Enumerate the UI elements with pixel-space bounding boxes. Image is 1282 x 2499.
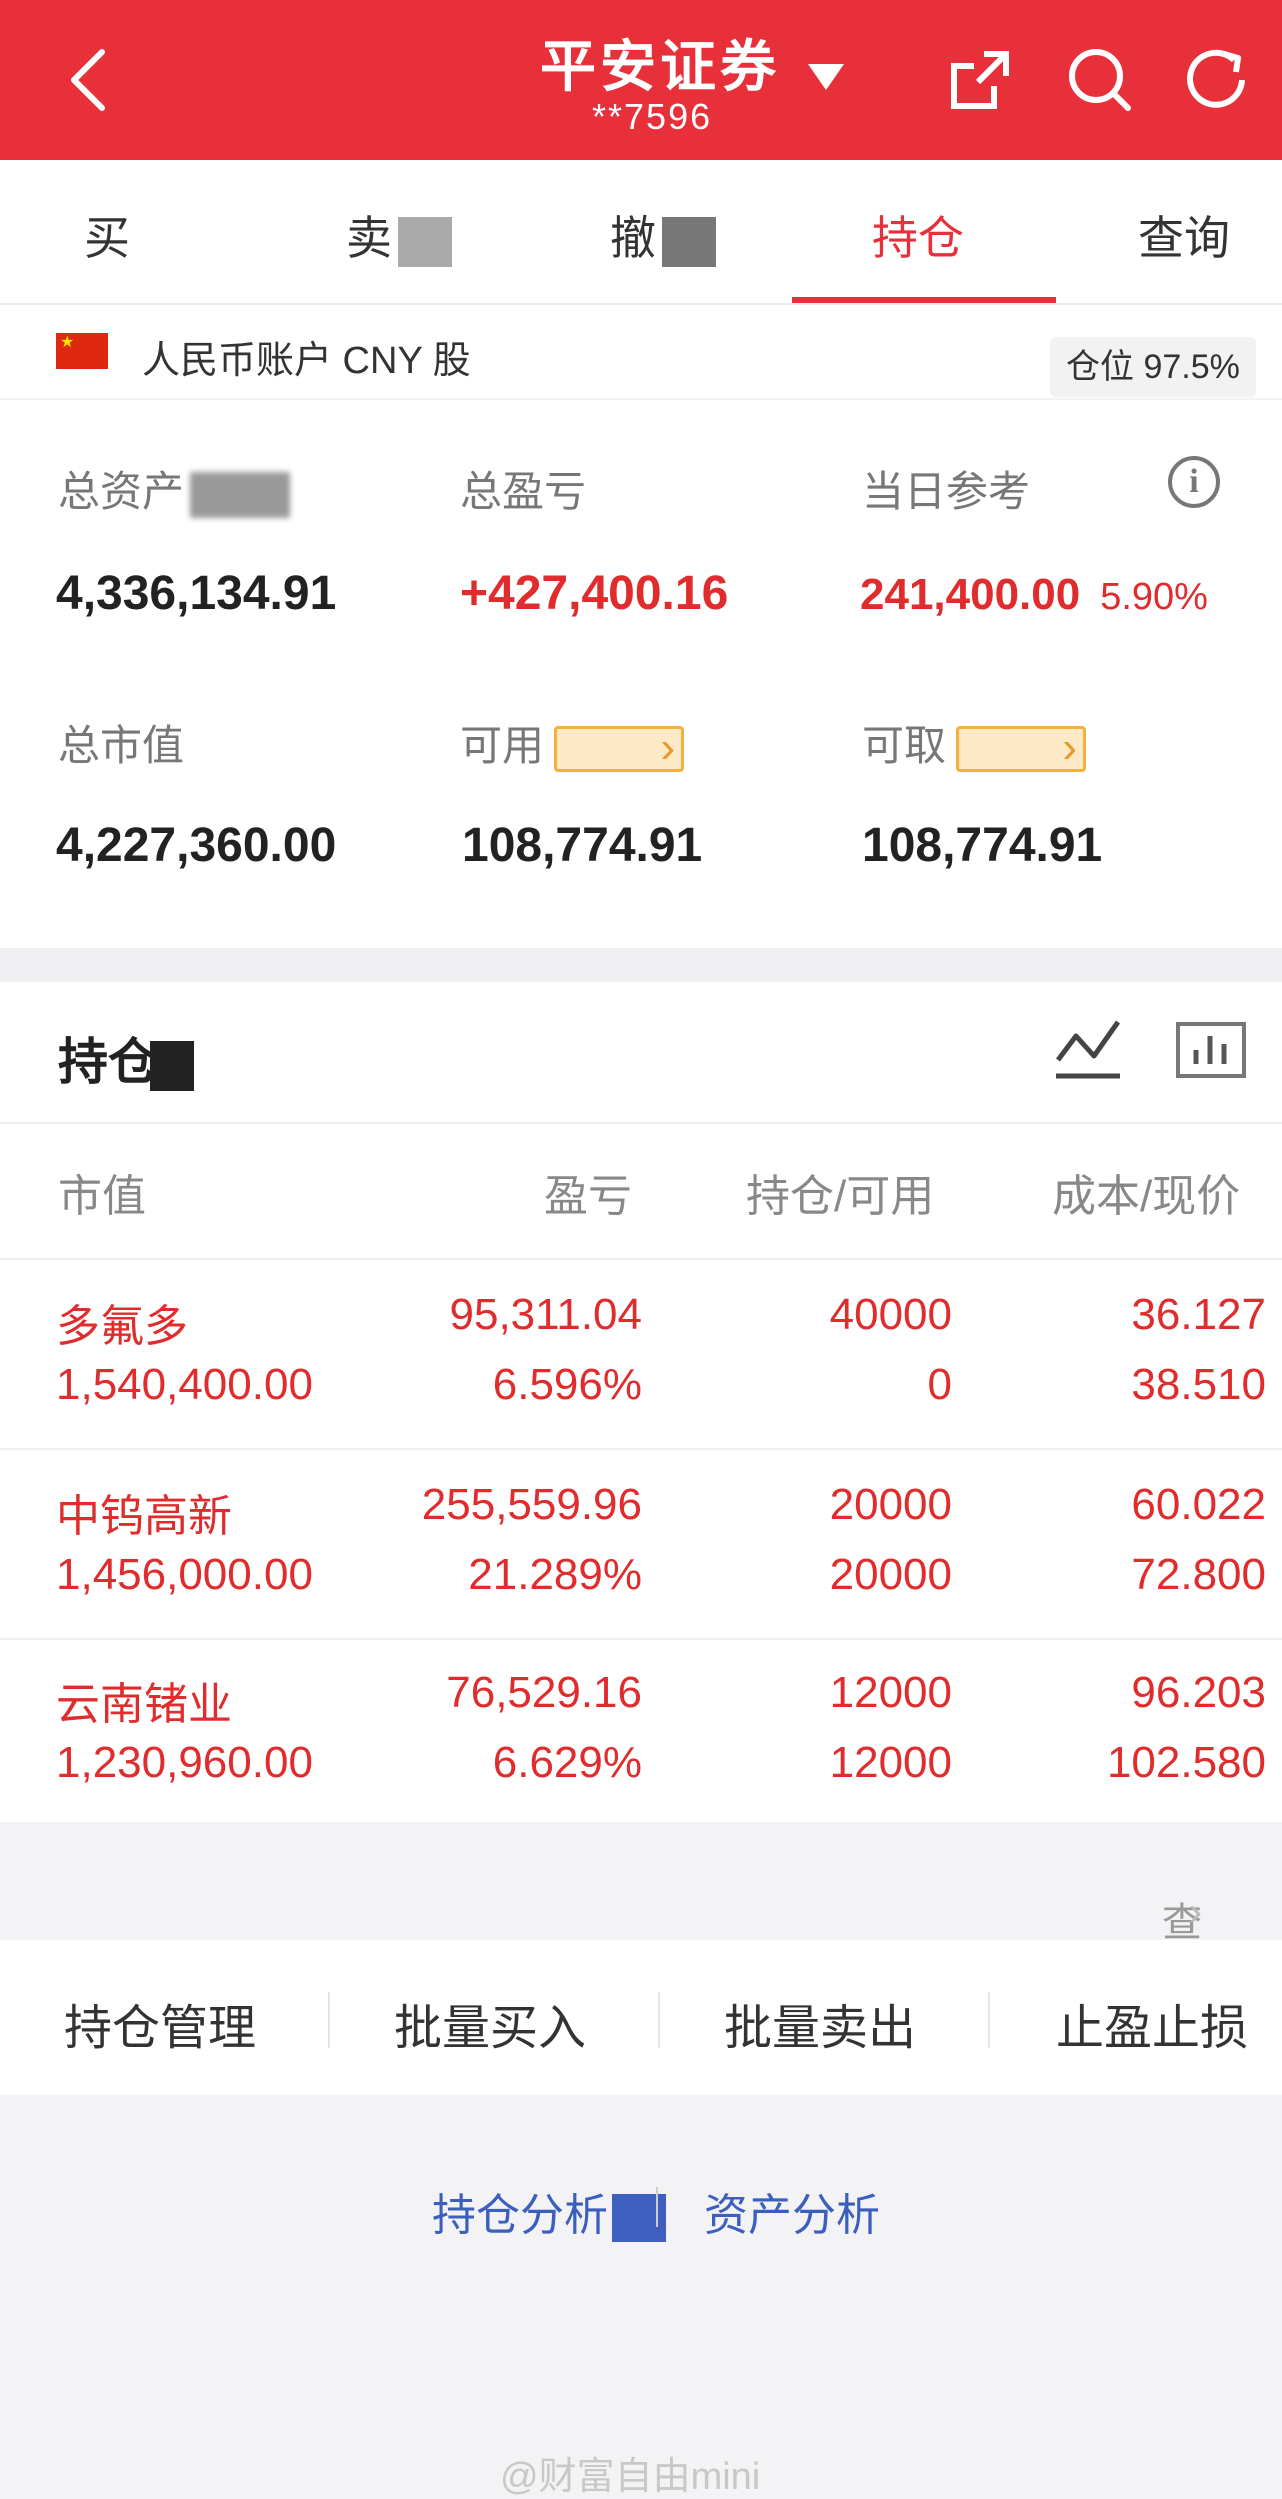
- tab-query[interactable]: 查询: [1138, 202, 1230, 268]
- cleared-stocks-bar: 查看已清仓股票›: [0, 1822, 1282, 2293]
- column-header-pnl: 盈亏: [544, 1172, 632, 1221]
- account-number: **7596: [592, 96, 713, 137]
- column-header-quantity: 持仓/可用: [746, 1172, 935, 1221]
- available-funds-value: 108,774.91: [462, 819, 703, 872]
- stock-quantity: 12000: [829, 1668, 952, 1717]
- batch-buy-button[interactable]: 批量买入: [394, 1988, 586, 2058]
- market-value-label: 总市值: [58, 722, 185, 769]
- stock-pnl-percent: 6.596%: [492, 1360, 642, 1409]
- stock-quantity: 20000: [829, 1480, 952, 1529]
- trend-chart-icon[interactable]: [1052, 1016, 1124, 1082]
- tab-sell[interactable]: 卖: [346, 202, 452, 268]
- footer: 持仓分析 资产分析 @财富自由mini: [0, 2095, 1282, 2499]
- stock-name: 云南锗业: [56, 1680, 232, 1729]
- tab-buy[interactable]: 买: [84, 202, 130, 268]
- info-icon[interactable]: i: [1168, 456, 1220, 508]
- daily-pnl-label: 当日参考: [862, 468, 1031, 515]
- total-pnl-value: +427,400.16: [460, 567, 729, 620]
- stock-cost: 96.203: [1131, 1668, 1266, 1717]
- total-assets-value: 4,336,134.91: [56, 567, 337, 620]
- stock-name: 中钨高新: [56, 1492, 232, 1541]
- stock-price: 72.800: [1131, 1550, 1266, 1599]
- stock-price: 38.510: [1131, 1360, 1266, 1409]
- stock-pnl: 95,311.04: [449, 1290, 642, 1339]
- stock-market-value: 1,540,400.00: [56, 1360, 313, 1409]
- app-header: 平安证券 **7596: [0, 0, 1282, 160]
- tab-holdings[interactable]: 持仓: [872, 202, 964, 268]
- asset-analysis-link[interactable]: 资产分析: [704, 2179, 880, 2243]
- total-pnl-label: 总盈亏: [460, 468, 587, 515]
- transfer-button: [554, 723, 685, 773]
- take-profit-stop-loss-button[interactable]: 止盈止损: [1056, 1988, 1248, 2058]
- holdings-title: 持仓: [58, 1022, 194, 1094]
- table-row[interactable]: 多氟多 1,540,400.00 95,311.04 6.596% 40000 …: [0, 1260, 1282, 1450]
- total-assets-label: 总资产: [58, 458, 291, 519]
- column-header-market-value: 市值: [58, 1172, 146, 1221]
- divider: [656, 2187, 658, 2227]
- back-icon[interactable]: [60, 40, 120, 120]
- column-header-cost-price: 成本/现价: [1052, 1172, 1241, 1221]
- stock-quantity: 40000: [829, 1290, 952, 1339]
- stock-available: 12000: [829, 1738, 952, 1787]
- search-icon[interactable]: [1060, 40, 1140, 120]
- stock-cost: 60.022: [1131, 1480, 1266, 1529]
- chevron-down-icon[interactable]: [808, 64, 844, 90]
- stock-pnl: 76,529.16: [446, 1668, 642, 1717]
- table-row[interactable]: 云南锗业 1,230,960.00 76,529.16 6.629% 12000…: [0, 1640, 1282, 1830]
- withdraw-button: [956, 723, 1087, 773]
- active-tab-indicator: [792, 297, 1056, 303]
- watermark: @财富自由mini: [500, 2456, 761, 2498]
- divider: [328, 1992, 330, 2048]
- tab-cancel[interactable]: 撤: [610, 202, 716, 268]
- stock-pnl-percent: 6.629%: [492, 1738, 642, 1787]
- stock-market-value: 1,456,000.00: [56, 1550, 313, 1599]
- holding-actions: 持仓管理 批量买入 批量卖出 止盈止损: [0, 1940, 1282, 2095]
- broker-title[interactable]: 平安证券: [540, 22, 780, 103]
- available-funds-link[interactable]: 可用: [460, 712, 685, 773]
- account-type-label[interactable]: 人民币账户 CNY 股: [142, 329, 471, 384]
- market-value-value: 4,227,360.00: [56, 819, 337, 872]
- daily-pnl-percent: 5.90%: [1100, 576, 1208, 618]
- stock-cost: 36.127: [1131, 1290, 1266, 1339]
- section-divider: [0, 948, 1282, 982]
- stock-pnl-percent: 21.289%: [468, 1550, 642, 1599]
- account-bar: ★ 人民币账户 CNY 股 仓位 97.5%: [0, 305, 1282, 400]
- stock-pnl: 255,559.96: [421, 1480, 642, 1529]
- divider: [0, 1122, 1282, 1124]
- position-management-button[interactable]: 持仓管理: [64, 1988, 256, 2058]
- chevron-right-icon: ›: [1188, 1890, 1202, 1934]
- withdrawable-funds-value: 108,774.91: [862, 819, 1103, 872]
- withdrawable-funds-link[interactable]: 可取: [862, 712, 1087, 773]
- stock-available: 0: [927, 1360, 952, 1409]
- stock-name: 多氟多: [56, 1302, 188, 1351]
- divider: [658, 1992, 660, 2048]
- position-ratio-badge: 仓位 97.5%: [1050, 337, 1256, 397]
- holding-analysis-link[interactable]: 持仓分析: [432, 2179, 666, 2243]
- batch-sell-button[interactable]: 批量卖出: [724, 1988, 916, 2058]
- trade-tabs: 买 卖 撤 持仓 查询: [0, 160, 1282, 305]
- stock-price: 102.580: [1106, 1738, 1266, 1787]
- stock-market-value: 1,230,960.00: [56, 1738, 313, 1787]
- divider: [988, 1992, 990, 2048]
- china-flag-icon: ★: [56, 333, 108, 369]
- share-icon[interactable]: [940, 40, 1020, 120]
- refresh-icon[interactable]: [1178, 40, 1258, 120]
- stock-available: 20000: [829, 1550, 952, 1599]
- bar-chart-icon[interactable]: [1170, 1016, 1250, 1082]
- table-row[interactable]: 中钨高新 1,456,000.00 255,559.96 21.289% 200…: [0, 1450, 1282, 1640]
- daily-pnl-value: 241,400.00 5.90%: [860, 570, 1208, 619]
